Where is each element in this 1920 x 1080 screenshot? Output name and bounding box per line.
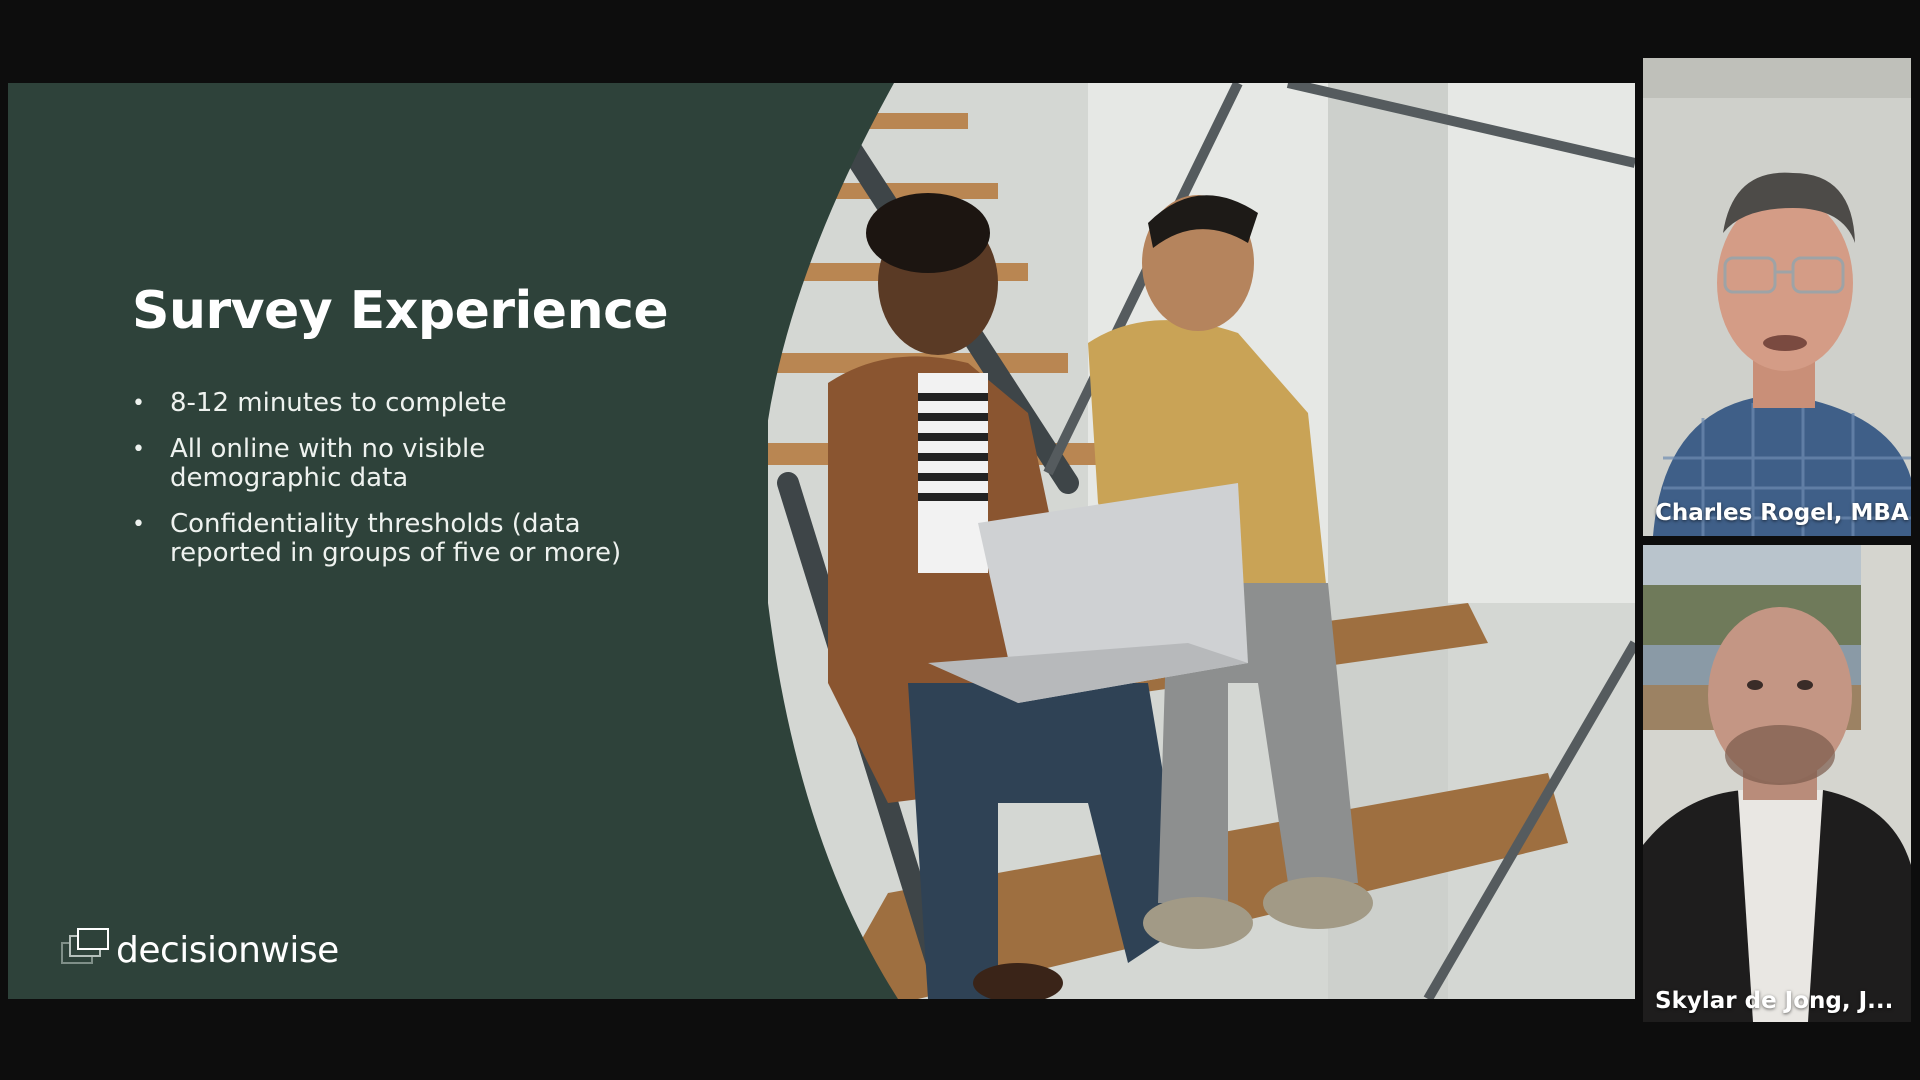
participant-tile[interactable]: Skylar de Jong, J... (1643, 545, 1911, 1022)
participant-tile[interactable]: Charles Rogel, MBA (1643, 58, 1911, 536)
video-feed-icon (1643, 545, 1911, 1022)
bullet-item: 8-12 minutes to complete (132, 389, 632, 419)
meeting-stage: Survey Experience 8-12 minutes to comple… (0, 0, 1920, 1080)
bullet-item: Confidentiality thresholds (data reporte… (132, 510, 632, 568)
slide-title: Survey Experience (132, 281, 669, 341)
logo-text: decisionwise (116, 930, 339, 971)
logo-stacked-squares-icon (61, 928, 109, 964)
participant-name: Charles Rogel, MBA (1655, 500, 1909, 526)
participant-name: Skylar de Jong, J... (1655, 988, 1894, 1014)
video-feed-icon (1643, 58, 1911, 536)
slide-bullet-list: 8-12 minutes to complete All online with… (132, 389, 632, 585)
shared-slide: Survey Experience 8-12 minutes to comple… (8, 83, 1635, 999)
bullet-item: All online with no visible demographic d… (132, 435, 632, 493)
decisionwise-logo: decisionwise (60, 925, 339, 969)
